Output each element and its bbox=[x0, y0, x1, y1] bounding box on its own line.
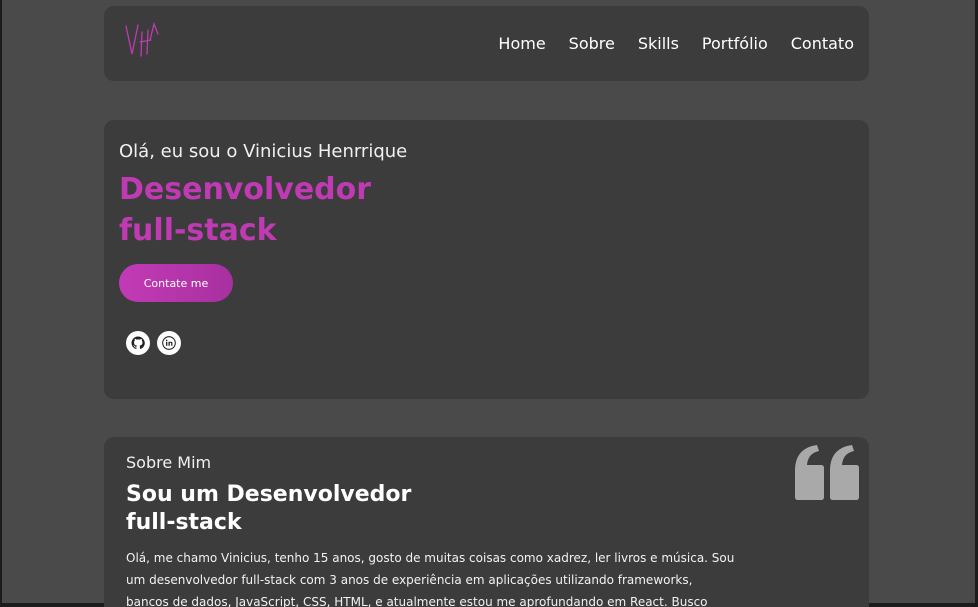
nav-home[interactable]: Home bbox=[498, 34, 545, 53]
contact-me-button[interactable]: Contate me bbox=[119, 264, 233, 302]
quote-icon bbox=[795, 445, 859, 500]
nav-portfolio[interactable]: Portfólio bbox=[702, 34, 768, 53]
vh-logo[interactable] bbox=[124, 20, 162, 60]
github-link[interactable] bbox=[126, 331, 150, 355]
hero-title: Desenvolvedor full-stack bbox=[119, 169, 419, 251]
window-frame-left bbox=[0, 0, 2, 607]
about-title-line2: full-stack bbox=[126, 510, 242, 535]
about-label: Sobre Mim bbox=[126, 453, 212, 472]
linkedin-icon bbox=[162, 336, 176, 350]
nav-skills[interactable]: Skills bbox=[638, 34, 679, 53]
about-title-line1: Sou um Desenvolvedor bbox=[126, 482, 412, 507]
nav-contato[interactable]: Contato bbox=[791, 34, 854, 53]
social-links bbox=[126, 331, 181, 355]
about-title: Sou um Desenvolvedor full-stack bbox=[126, 481, 426, 537]
hero-title-line1: Desenvolvedor bbox=[119, 172, 372, 207]
hero-section: Olá, eu sou o Vinicius Henrrique Desenvo… bbox=[104, 120, 869, 399]
nav-sobre[interactable]: Sobre bbox=[569, 34, 615, 53]
linkedin-link[interactable] bbox=[157, 331, 181, 355]
about-section: Sobre Mim Sou um Desenvolvedor full-stac… bbox=[104, 437, 869, 607]
about-text: Olá, me chamo Vinicius, tenho 15 anos, g… bbox=[126, 551, 735, 607]
hero-greeting: Olá, eu sou o Vinicius Henrrique bbox=[119, 141, 408, 162]
main-nav: Home Sobre Skills Portfólio Contato bbox=[498, 34, 854, 53]
github-icon bbox=[131, 336, 145, 350]
hero-title-line2: full-stack bbox=[119, 213, 277, 248]
site-header: Home Sobre Skills Portfólio Contato bbox=[104, 6, 869, 81]
